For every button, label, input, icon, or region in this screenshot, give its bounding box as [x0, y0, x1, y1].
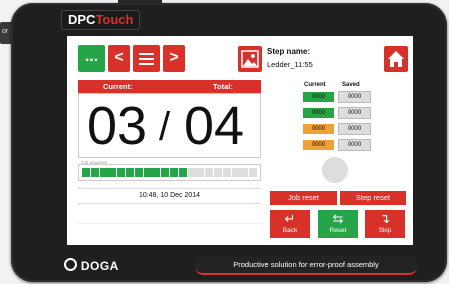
image-icon [241, 50, 259, 68]
brand-logo: DPCTouch [61, 10, 141, 30]
saved-count-cell: 0000 [338, 107, 371, 119]
back-arrow-icon: ↵ [284, 211, 296, 226]
progress-segment [161, 168, 170, 177]
table-header-current: Current [304, 82, 326, 88]
touch-screen: ... < > Step name: Ledder_11:55 Current:… [67, 36, 413, 245]
brand-main: DPC [68, 12, 96, 27]
skip-label: Skip [378, 227, 392, 234]
tagline-banner: Productive solution for error-proof asse… [195, 256, 417, 275]
progress-segment [187, 168, 196, 177]
reset-arrows-icon: ⇆ [332, 211, 344, 226]
reset-button[interactable]: ⇆ Reset [318, 210, 358, 238]
job-reset-button[interactable]: Job reset [270, 191, 337, 205]
current-count-cell: 0000 [303, 108, 334, 118]
current-count-cell: 0000 [303, 124, 334, 134]
progress-segment [240, 168, 249, 177]
background-device-label: or [2, 28, 9, 35]
total-count: 04 [184, 96, 245, 156]
saved-count-cell: 0000 [338, 123, 371, 135]
step-name-label: Step name: [267, 47, 311, 56]
progress-segment [178, 168, 187, 177]
device-frame: DPCTouch ... < > Step name: Ledder_11:55 [11, 3, 447, 282]
home-icon [388, 51, 404, 67]
progress-segment [134, 168, 143, 177]
counter-display: 03 / 04 [78, 93, 261, 158]
progress-segment [99, 168, 108, 177]
log-divider [78, 223, 261, 224]
progress-segment [143, 168, 152, 177]
progress-segment [152, 168, 161, 177]
counter-header: Current: Total: [78, 80, 261, 93]
step-name-value: Ledder_11:55 [267, 60, 313, 69]
brand-accent: Touch [95, 12, 134, 27]
home-button[interactable] [384, 46, 408, 72]
count-separator: / [159, 105, 171, 149]
company-logo: DOGA [64, 258, 119, 273]
log-divider [78, 203, 261, 204]
current-count: 03 [87, 96, 148, 156]
step-list-button[interactable] [133, 45, 160, 72]
back-button[interactable]: ↵ Back [270, 210, 310, 238]
company-name: DOGA [80, 259, 119, 273]
total-label: Total: [213, 82, 233, 91]
job-progress-bar [78, 164, 261, 181]
skip-arrow-icon: ↴ [379, 211, 391, 226]
doga-ring-icon [64, 258, 77, 271]
step-image-button[interactable] [238, 46, 262, 72]
skip-button[interactable]: ↴ Skip [365, 210, 405, 238]
progress-segment [126, 168, 134, 177]
progress-segment [222, 168, 231, 177]
table-header-saved: Saved [342, 82, 360, 88]
progress-segment [90, 168, 99, 177]
progress-segment [170, 168, 178, 177]
event-log: 10:48, 10 Dec 2014 [78, 188, 261, 244]
progress-segment [108, 168, 117, 177]
back-label: Back [282, 227, 298, 234]
progress-segment [117, 168, 126, 177]
saved-count-cell: 0000 [338, 139, 371, 151]
progress-segment [214, 168, 222, 177]
current-count-cell: 0000 [303, 140, 334, 150]
progress-segment [82, 168, 90, 177]
previous-step-button[interactable]: < [108, 45, 130, 72]
status-indicator [322, 157, 348, 183]
log-timestamp: 10:48, 10 Dec 2014 [138, 192, 201, 199]
current-count-cell: 0000 [303, 92, 334, 102]
progress-segment [231, 168, 240, 177]
next-step-button[interactable]: > [163, 45, 185, 72]
step-reset-button[interactable]: Step reset [340, 191, 406, 205]
progress-segment [196, 168, 205, 177]
saved-count-cell: 0000 [338, 91, 371, 103]
progress-segment [205, 168, 214, 177]
progress-segment [249, 168, 258, 177]
reset-label: Reset [329, 227, 347, 234]
menu-button[interactable]: ... [78, 45, 105, 72]
current-label: Current: [103, 82, 133, 91]
